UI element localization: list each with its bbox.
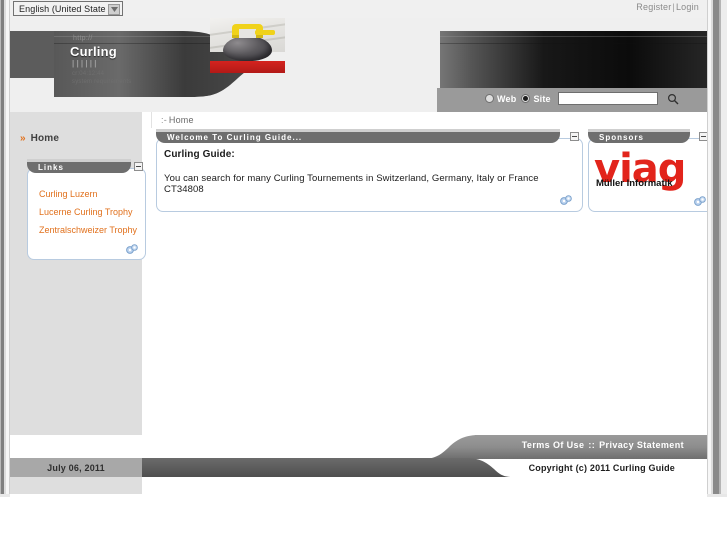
breadcrumb: :- Home: [151, 112, 707, 128]
language-select-value: English (United State: [19, 3, 106, 14]
minimize-icon[interactable]: [699, 132, 707, 141]
breadcrumb-current[interactable]: Home: [169, 115, 194, 125]
page-empty-area: [0, 497, 727, 545]
list-item[interactable]: Zentralschweizer Trophy: [39, 225, 137, 235]
window-frame-right: [707, 0, 727, 497]
site-title: Curling: [70, 44, 117, 59]
welcome-panel-header: Welcome To Curling Guide...: [156, 129, 560, 143]
top-bar: English (United State Register|Login: [10, 0, 707, 18]
banner-ghost-text-1: http://: [73, 35, 93, 42]
welcome-body-text: You can search for many Curling Tourneme…: [164, 173, 539, 195]
links-panel-title: Links: [38, 163, 64, 172]
banner-ghost-text-2: ||||||: [72, 59, 99, 68]
sponsors-panel-header: Sponsors: [588, 129, 690, 143]
footer-copyright: Copyright (c) 2011 Curling Guide: [528, 463, 675, 473]
sponsors-panel: Sponsors viag Müller Informatik: [588, 129, 707, 212]
welcome-panel-title: Welcome To Curling Guide...: [167, 133, 303, 142]
account-links: Register|Login: [636, 2, 699, 12]
site-canvas: English (United State Register|Login htt…: [10, 0, 707, 497]
links-panel: Links Curling Luzern Lucerne Curling Tro…: [27, 159, 146, 260]
settings-gears-icon[interactable]: [693, 194, 707, 206]
sidebar-item-home[interactable]: » Home: [10, 129, 142, 147]
curling-stone-photo: [210, 18, 285, 73]
screenshot-root: English (United State Register|Login htt…: [0, 0, 727, 545]
search-scope-site-label: Site: [533, 93, 551, 104]
search-input[interactable]: [557, 92, 658, 105]
chevron-down-icon[interactable]: [108, 4, 120, 15]
register-link[interactable]: Register: [636, 2, 671, 12]
sponsor-tagline: Müller Informatik: [596, 178, 673, 189]
links-panel-header: Links: [27, 159, 131, 173]
banner-ghost-text-3: cr:04:12:44 system requirements: [72, 71, 132, 85]
list-item[interactable]: Lucerne Curling Trophy: [39, 207, 133, 217]
footer-links: Terms Of Use:: Privacy Statement: [522, 440, 684, 450]
settings-gears-icon[interactable]: [125, 242, 139, 254]
search-scope-web-label: Web: [497, 93, 517, 104]
settings-gears-icon[interactable]: [559, 193, 573, 205]
search-scope-site-radio[interactable]: [521, 94, 531, 103]
minimize-icon[interactable]: [570, 132, 579, 141]
footer-date: July 06, 2011: [10, 458, 142, 477]
search-scope-web-radio[interactable]: [485, 94, 494, 103]
list-item[interactable]: Curling Luzern: [39, 189, 98, 199]
login-link[interactable]: Login: [676, 2, 699, 12]
search-bar: Web Site: [437, 88, 707, 112]
footer-links-separator: ::: [588, 440, 596, 450]
terms-of-use-link[interactable]: Terms Of Use: [522, 440, 585, 450]
minimize-icon[interactable]: [134, 162, 143, 171]
welcome-panel: Welcome To Curling Guide... Curling Guid…: [156, 129, 583, 212]
window-frame-left: [0, 0, 10, 497]
language-select[interactable]: English (United State: [13, 1, 123, 16]
sidebar-item-home-label: Home: [30, 132, 60, 144]
sponsors-panel-title: Sponsors: [599, 133, 644, 142]
sponsor-logo[interactable]: viag Müller Informatik: [594, 147, 707, 205]
magnifier-icon[interactable]: [667, 92, 680, 105]
sidebar-bottom-filler: [10, 477, 142, 494]
double-chevron-icon: »: [20, 132, 26, 144]
privacy-statement-link[interactable]: Privacy Statement: [599, 440, 684, 450]
breadcrumb-arrow-icon: :-: [161, 115, 167, 125]
welcome-heading: Curling Guide:: [164, 149, 235, 160]
